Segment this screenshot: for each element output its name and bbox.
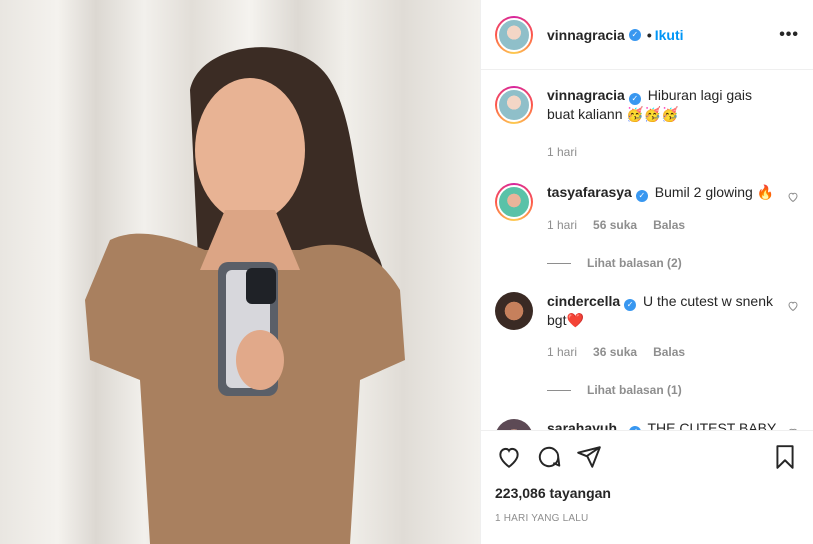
- comment-time[interactable]: 1 hari: [547, 216, 577, 234]
- instagram-post: vinnagracia ✓ • Ikuti ••• vinnagracia ✓ H…: [0, 0, 813, 544]
- comment-username[interactable]: sarahayuh_: [547, 420, 625, 430]
- comment-text: THE CUTEST BABY: [647, 420, 777, 430]
- follow-button[interactable]: Ikuti: [655, 27, 684, 43]
- replies-line: [547, 389, 571, 391]
- author-username[interactable]: vinnagracia: [547, 27, 625, 43]
- comment-username[interactable]: tasyafarasya: [547, 184, 632, 200]
- comment-username[interactable]: cindercella: [547, 293, 620, 309]
- view-replies[interactable]: Lihat balasan (2): [547, 256, 799, 270]
- caption-username[interactable]: vinnagracia: [547, 87, 625, 103]
- view-count[interactable]: 223,086 tayangan: [495, 485, 799, 501]
- comment-likes[interactable]: 56 suka: [593, 216, 637, 234]
- comment-item: tasyafarasya ✓ Bumil 2 glowing 🔥 1 hari 5…: [495, 183, 799, 234]
- author-avatar[interactable]: [495, 15, 533, 54]
- comment-avatar[interactable]: [495, 292, 533, 330]
- comment-item: cindercella ✓ U the cutest w snenk bgt❤️ …: [495, 292, 799, 361]
- comment-likes[interactable]: 36 suka: [593, 343, 637, 361]
- bookmark-icon[interactable]: [771, 443, 799, 471]
- post-video[interactable]: [0, 0, 480, 544]
- view-replies-label[interactable]: Lihat balasan (1): [587, 383, 682, 397]
- view-replies[interactable]: Lihat balasan (1): [547, 383, 799, 397]
- verified-icon: ✓: [624, 299, 637, 311]
- more-icon[interactable]: •••: [779, 26, 799, 44]
- comment-time[interactable]: 1 hari: [547, 343, 577, 361]
- post-sidebar: vinnagracia ✓ • Ikuti ••• vinnagracia ✓ H…: [480, 0, 813, 544]
- like-comment-heart-icon[interactable]: [787, 300, 799, 312]
- reply-button[interactable]: Balas: [653, 216, 685, 234]
- posted-time[interactable]: 1 HARI YANG LALU: [495, 513, 799, 524]
- replies-line: [547, 262, 571, 264]
- reply-button[interactable]: Balas: [653, 343, 685, 361]
- post-actions: 223,086 tayangan 1 HARI YANG LALU: [481, 430, 813, 544]
- caption: vinnagracia ✓ Hiburan lagi gais buat kali…: [495, 86, 799, 161]
- comment-text: Bumil 2 glowing 🔥: [654, 184, 775, 200]
- post-header: vinnagracia ✓ • Ikuti •••: [481, 0, 813, 70]
- comment-icon[interactable]: [535, 443, 563, 471]
- comments-list[interactable]: vinnagracia ✓ Hiburan lagi gais buat kali…: [481, 70, 813, 430]
- caption-time[interactable]: 1 hari: [547, 143, 577, 161]
- comment-avatar[interactable]: [495, 419, 533, 430]
- heart-icon[interactable]: [495, 443, 523, 471]
- view-replies-label[interactable]: Lihat balasan (2): [587, 256, 682, 270]
- verified-icon: ✓: [628, 93, 641, 105]
- video-frame: [85, 47, 405, 544]
- like-comment-heart-icon[interactable]: [787, 191, 799, 203]
- verified-icon: ✓: [635, 190, 648, 202]
- caption-avatar[interactable]: [495, 86, 533, 124]
- separator-dot: •: [646, 26, 652, 43]
- comment-item: sarahayuh_✓ THE CUTEST BABY: [495, 419, 799, 430]
- comment-avatar[interactable]: [495, 183, 533, 221]
- verified-icon: ✓: [628, 28, 641, 41]
- share-icon[interactable]: [575, 443, 603, 471]
